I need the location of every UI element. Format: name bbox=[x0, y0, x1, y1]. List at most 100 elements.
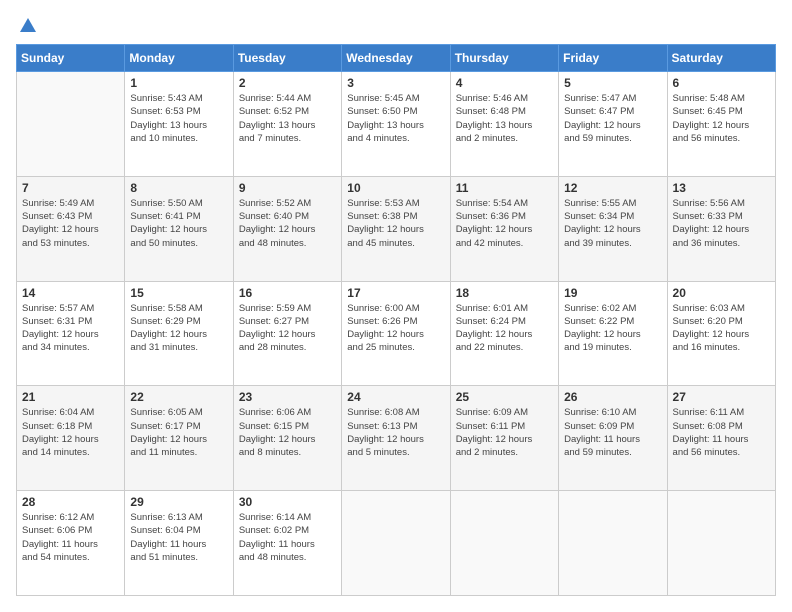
calendar-cell: 29 Sunrise: 6:13 AM Sunset: 6:04 PM Dayli… bbox=[125, 491, 233, 596]
day-number: 10 bbox=[347, 181, 444, 195]
day-header-tuesday: Tuesday bbox=[233, 45, 341, 72]
calendar-cell: 26 Sunrise: 6:10 AM Sunset: 6:09 PM Dayli… bbox=[559, 386, 667, 491]
logo-icon bbox=[18, 16, 38, 36]
day-number: 5 bbox=[564, 76, 661, 90]
calendar-cell: 25 Sunrise: 6:09 AM Sunset: 6:11 PM Dayli… bbox=[450, 386, 558, 491]
calendar-cell bbox=[17, 72, 125, 177]
calendar-cell: 20 Sunrise: 6:03 AM Sunset: 6:20 PM Dayli… bbox=[667, 281, 775, 386]
day-header-wednesday: Wednesday bbox=[342, 45, 450, 72]
calendar-cell: 4 Sunrise: 5:46 AM Sunset: 6:48 PM Daylig… bbox=[450, 72, 558, 177]
calendar-week-row: 28Sunrise: 6:12 AM Sunset: 6:06 PM Dayli… bbox=[17, 491, 776, 596]
day-info: Sunrise: 5:47 AM Sunset: 6:47 PM Dayligh… bbox=[564, 92, 661, 145]
day-number: 4 bbox=[456, 76, 553, 90]
logo bbox=[16, 16, 38, 36]
calendar-cell: 18 Sunrise: 6:01 AM Sunset: 6:24 PM Dayli… bbox=[450, 281, 558, 386]
day-header-saturday: Saturday bbox=[667, 45, 775, 72]
day-info: Sunrise: 6:12 AM Sunset: 6:06 PM Dayligh… bbox=[22, 511, 119, 564]
day-info: Sunrise: 5:59 AM Sunset: 6:27 PM Dayligh… bbox=[239, 302, 336, 355]
day-number: 16 bbox=[239, 286, 336, 300]
calendar-cell: 16 Sunrise: 5:59 AM Sunset: 6:27 PM Dayli… bbox=[233, 281, 341, 386]
calendar-cell bbox=[342, 491, 450, 596]
day-info: Sunrise: 6:06 AM Sunset: 6:15 PM Dayligh… bbox=[239, 406, 336, 459]
calendar-cell: 14 Sunrise: 5:57 AM Sunset: 6:31 PM Dayli… bbox=[17, 281, 125, 386]
day-info: Sunrise: 6:01 AM Sunset: 6:24 PM Dayligh… bbox=[456, 302, 553, 355]
day-info: Sunrise: 6:13 AM Sunset: 6:04 PM Dayligh… bbox=[130, 511, 227, 564]
calendar-cell: 15Sunrise: 5:58 AM Sunset: 6:29 PM Dayli… bbox=[125, 281, 233, 386]
calendar-cell: 5 Sunrise: 5:47 AM Sunset: 6:47 PM Daylig… bbox=[559, 72, 667, 177]
day-number: 14 bbox=[22, 286, 119, 300]
calendar-cell: 6 Sunrise: 5:48 AM Sunset: 6:45 PM Daylig… bbox=[667, 72, 775, 177]
day-info: Sunrise: 6:00 AM Sunset: 6:26 PM Dayligh… bbox=[347, 302, 444, 355]
day-info: Sunrise: 6:11 AM Sunset: 6:08 PM Dayligh… bbox=[673, 406, 770, 459]
calendar-cell: 30 Sunrise: 6:14 AM Sunset: 6:02 PM Dayli… bbox=[233, 491, 341, 596]
day-info: Sunrise: 5:52 AM Sunset: 6:40 PM Dayligh… bbox=[239, 197, 336, 250]
day-info: Sunrise: 6:10 AM Sunset: 6:09 PM Dayligh… bbox=[564, 406, 661, 459]
calendar-cell: 3 Sunrise: 5:45 AM Sunset: 6:50 PM Daylig… bbox=[342, 72, 450, 177]
calendar-cell bbox=[450, 491, 558, 596]
day-number: 18 bbox=[456, 286, 553, 300]
day-number: 8 bbox=[130, 181, 227, 195]
calendar-cell: 13 Sunrise: 5:56 AM Sunset: 6:33 PM Dayli… bbox=[667, 176, 775, 281]
calendar-cell: 7 Sunrise: 5:49 AM Sunset: 6:43 PM Daylig… bbox=[17, 176, 125, 281]
calendar-cell: 11 Sunrise: 5:54 AM Sunset: 6:36 PM Dayli… bbox=[450, 176, 558, 281]
day-number: 6 bbox=[673, 76, 770, 90]
calendar-cell: 23 Sunrise: 6:06 AM Sunset: 6:15 PM Dayli… bbox=[233, 386, 341, 491]
day-number: 17 bbox=[347, 286, 444, 300]
day-info: Sunrise: 6:02 AM Sunset: 6:22 PM Dayligh… bbox=[564, 302, 661, 355]
calendar-cell: 10Sunrise: 5:53 AM Sunset: 6:38 PM Dayli… bbox=[342, 176, 450, 281]
calendar-cell: 24Sunrise: 6:08 AM Sunset: 6:13 PM Dayli… bbox=[342, 386, 450, 491]
day-number: 29 bbox=[130, 495, 227, 509]
calendar-cell bbox=[667, 491, 775, 596]
calendar-week-row: 1Sunrise: 5:43 AM Sunset: 6:53 PM Daylig… bbox=[17, 72, 776, 177]
day-header-friday: Friday bbox=[559, 45, 667, 72]
calendar-cell: 17 Sunrise: 6:00 AM Sunset: 6:26 PM Dayli… bbox=[342, 281, 450, 386]
day-info: Sunrise: 5:56 AM Sunset: 6:33 PM Dayligh… bbox=[673, 197, 770, 250]
day-number: 11 bbox=[456, 181, 553, 195]
day-info: Sunrise: 5:55 AM Sunset: 6:34 PM Dayligh… bbox=[564, 197, 661, 250]
day-header-thursday: Thursday bbox=[450, 45, 558, 72]
calendar-cell: 9Sunrise: 5:52 AM Sunset: 6:40 PM Daylig… bbox=[233, 176, 341, 281]
calendar-cell: 2Sunrise: 5:44 AM Sunset: 6:52 PM Daylig… bbox=[233, 72, 341, 177]
day-info: Sunrise: 6:04 AM Sunset: 6:18 PM Dayligh… bbox=[22, 406, 119, 459]
day-info: Sunrise: 5:50 AM Sunset: 6:41 PM Dayligh… bbox=[130, 197, 227, 250]
day-number: 12 bbox=[564, 181, 661, 195]
calendar-cell: 27 Sunrise: 6:11 AM Sunset: 6:08 PM Dayli… bbox=[667, 386, 775, 491]
calendar-cell: 12 Sunrise: 5:55 AM Sunset: 6:34 PM Dayli… bbox=[559, 176, 667, 281]
day-number: 23 bbox=[239, 390, 336, 404]
page: SundayMondayTuesdayWednesdayThursdayFrid… bbox=[0, 0, 792, 612]
day-info: Sunrise: 5:46 AM Sunset: 6:48 PM Dayligh… bbox=[456, 92, 553, 145]
calendar-header-row: SundayMondayTuesdayWednesdayThursdayFrid… bbox=[17, 45, 776, 72]
day-number: 7 bbox=[22, 181, 119, 195]
day-number: 25 bbox=[456, 390, 553, 404]
calendar-week-row: 21Sunrise: 6:04 AM Sunset: 6:18 PM Dayli… bbox=[17, 386, 776, 491]
header bbox=[16, 16, 776, 36]
calendar-cell: 8 Sunrise: 5:50 AM Sunset: 6:41 PM Daylig… bbox=[125, 176, 233, 281]
calendar-cell: 21Sunrise: 6:04 AM Sunset: 6:18 PM Dayli… bbox=[17, 386, 125, 491]
day-info: Sunrise: 5:54 AM Sunset: 6:36 PM Dayligh… bbox=[456, 197, 553, 250]
day-info: Sunrise: 5:49 AM Sunset: 6:43 PM Dayligh… bbox=[22, 197, 119, 250]
day-number: 20 bbox=[673, 286, 770, 300]
day-info: Sunrise: 6:09 AM Sunset: 6:11 PM Dayligh… bbox=[456, 406, 553, 459]
calendar-table: SundayMondayTuesdayWednesdayThursdayFrid… bbox=[16, 44, 776, 596]
day-number: 26 bbox=[564, 390, 661, 404]
day-number: 13 bbox=[673, 181, 770, 195]
day-number: 1 bbox=[130, 76, 227, 90]
day-header-monday: Monday bbox=[125, 45, 233, 72]
day-info: Sunrise: 5:57 AM Sunset: 6:31 PM Dayligh… bbox=[22, 302, 119, 355]
calendar-cell: 28Sunrise: 6:12 AM Sunset: 6:06 PM Dayli… bbox=[17, 491, 125, 596]
day-number: 3 bbox=[347, 76, 444, 90]
calendar-cell bbox=[559, 491, 667, 596]
day-number: 30 bbox=[239, 495, 336, 509]
day-number: 24 bbox=[347, 390, 444, 404]
day-info: Sunrise: 5:48 AM Sunset: 6:45 PM Dayligh… bbox=[673, 92, 770, 145]
calendar-cell: 1Sunrise: 5:43 AM Sunset: 6:53 PM Daylig… bbox=[125, 72, 233, 177]
day-number: 2 bbox=[239, 76, 336, 90]
day-info: Sunrise: 5:45 AM Sunset: 6:50 PM Dayligh… bbox=[347, 92, 444, 145]
calendar-cell: 22Sunrise: 6:05 AM Sunset: 6:17 PM Dayli… bbox=[125, 386, 233, 491]
day-info: Sunrise: 5:58 AM Sunset: 6:29 PM Dayligh… bbox=[130, 302, 227, 355]
day-number: 27 bbox=[673, 390, 770, 404]
day-info: Sunrise: 6:14 AM Sunset: 6:02 PM Dayligh… bbox=[239, 511, 336, 564]
day-info: Sunrise: 6:03 AM Sunset: 6:20 PM Dayligh… bbox=[673, 302, 770, 355]
day-header-sunday: Sunday bbox=[17, 45, 125, 72]
calendar-cell: 19Sunrise: 6:02 AM Sunset: 6:22 PM Dayli… bbox=[559, 281, 667, 386]
